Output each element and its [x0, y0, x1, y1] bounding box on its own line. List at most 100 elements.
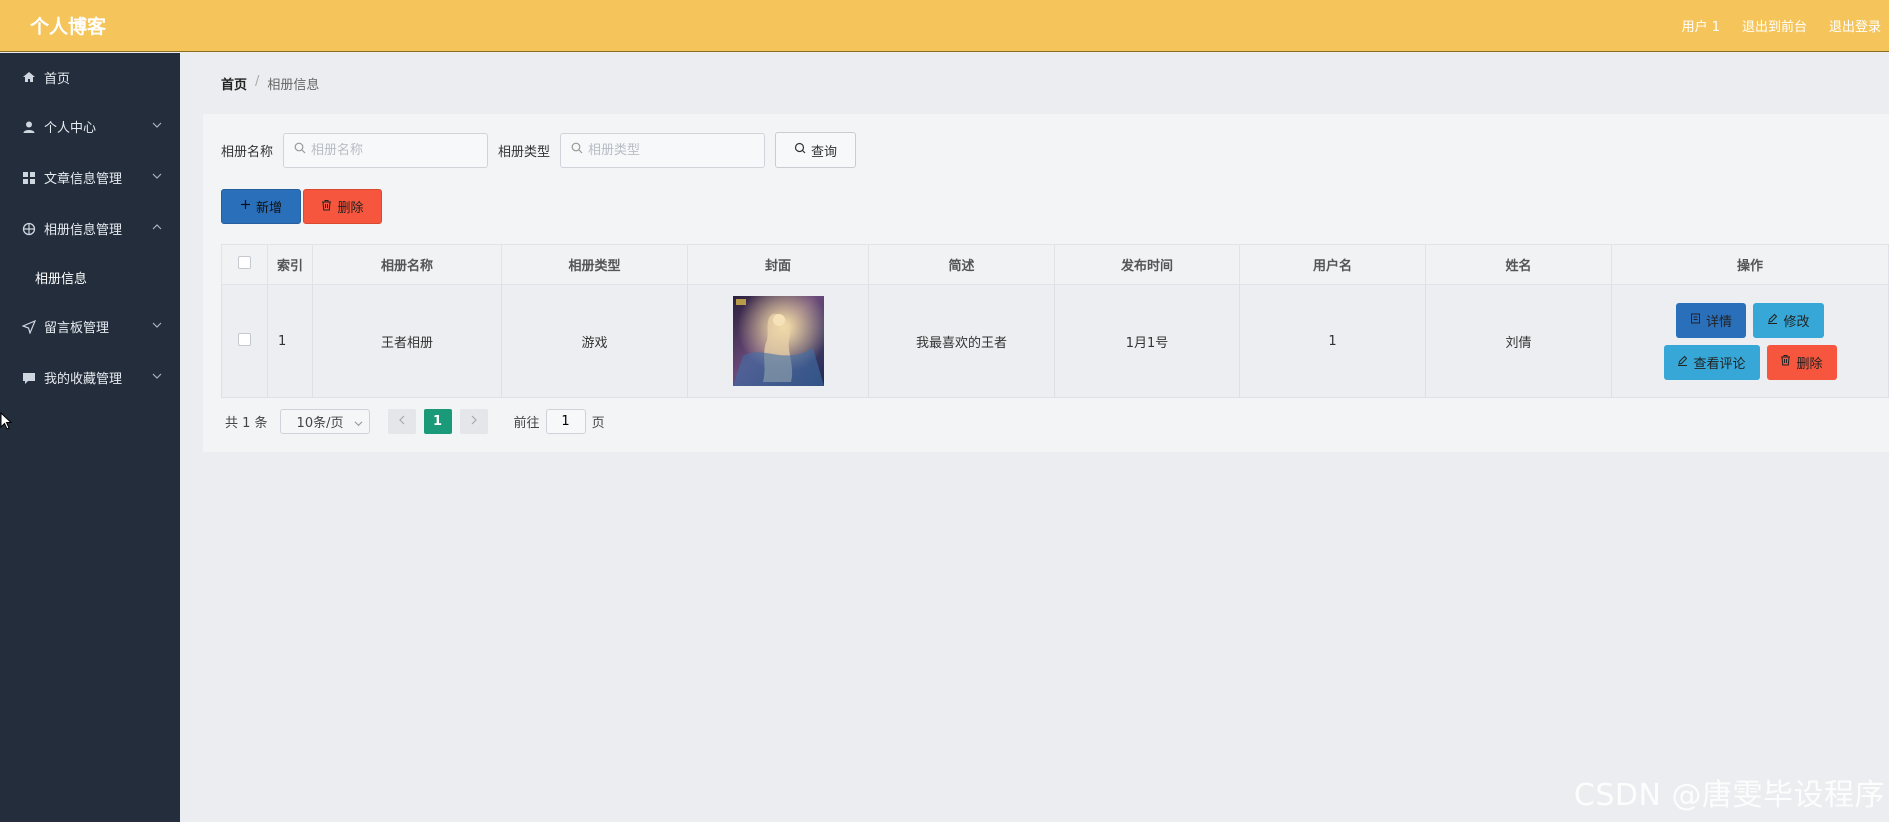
cell-album-name: 王者相册: [312, 284, 502, 398]
sidebar: 首页 个人中心 文章信息管理 相册信息管理 相册信息 留言板管理 我的收藏管理: [0, 53, 180, 822]
trash-icon: [321, 199, 332, 215]
column-header: 操作: [1611, 244, 1889, 285]
sidebar-item-label: 文章信息管理: [44, 172, 123, 187]
search-icon: [294, 142, 306, 158]
query-button[interactable]: 查询: [775, 132, 857, 168]
column-header: 封面: [687, 244, 869, 285]
row-delete-button[interactable]: 删除: [1766, 344, 1837, 380]
select-all-checkbox[interactable]: [238, 256, 251, 269]
breadcrumb: 首页 / 相册信息: [221, 74, 319, 93]
batch-delete-button[interactable]: 删除: [303, 189, 382, 224]
column-header: 用户名: [1239, 244, 1426, 285]
column-header: 姓名: [1425, 244, 1612, 285]
table-row: 1 王者相册 游戏 我最喜欢的王者 1月1号 1 刘倩 详情 修改 查看评论 删…: [221, 284, 1889, 398]
content-panel: 相册名称 相册类型 查询 新增: [203, 114, 1889, 452]
sidebar-item-message-board[interactable]: 留言板管理: [0, 301, 180, 352]
logout-link[interactable]: 退出登录: [1829, 16, 1881, 35]
next-page-button[interactable]: [459, 409, 488, 434]
sidebar-item-label: 首页: [44, 71, 71, 87]
album-type-field[interactable]: [560, 132, 766, 168]
breadcrumb-home[interactable]: 首页: [221, 74, 247, 93]
row-checkbox[interactable]: [238, 332, 251, 346]
crosshair-icon: [22, 222, 36, 236]
plus-icon: [240, 199, 251, 214]
row-select-cell: [221, 284, 268, 398]
cell-summary: 我最喜欢的王者: [868, 284, 1055, 398]
chevron-right-icon: [470, 414, 478, 429]
cell-index: 1: [267, 284, 313, 398]
send-icon: [22, 319, 36, 334]
sidebar-item-albums[interactable]: 相册信息管理: [0, 203, 180, 254]
cell-username: 1: [1239, 284, 1426, 398]
back-to-frontend-link[interactable]: 退出到前台: [1742, 16, 1807, 35]
breadcrumb-current: 相册信息: [267, 78, 320, 93]
query-button-label: 查询: [811, 144, 838, 160]
page-number-current[interactable]: 1: [423, 409, 452, 434]
album-name-input[interactable]: [311, 142, 482, 158]
row-delete-button-label: 删除: [1796, 356, 1823, 372]
sidebar-item-home[interactable]: 首页: [0, 53, 180, 101]
chevron-left-icon: [398, 414, 406, 429]
pencil-icon: [1677, 355, 1688, 370]
add-button[interactable]: 新增: [221, 189, 301, 224]
sidebar-subitem-album-info[interactable]: 相册信息: [0, 254, 180, 301]
sidebar-item-favorites[interactable]: 我的收藏管理: [0, 352, 180, 403]
chevron-down-icon: [152, 170, 162, 185]
edit-button[interactable]: 修改: [1753, 302, 1824, 338]
album-type-label: 相册类型: [498, 144, 551, 160]
pagination: 共 1 条 10条/页 1 前往 页: [225, 409, 605, 434]
edit-button-label: 修改: [1783, 314, 1810, 330]
chevron-down-icon: [152, 119, 162, 134]
goto-page-input[interactable]: [545, 409, 586, 434]
album-type-input[interactable]: [588, 142, 759, 158]
column-header: 索引: [267, 244, 313, 285]
select-all-cell: [221, 244, 268, 285]
document-icon: [1690, 313, 1701, 328]
pencil-icon: [1767, 313, 1778, 328]
album-name-field[interactable]: [283, 132, 489, 168]
view-comments-button-label: 查看评论: [1693, 356, 1746, 372]
column-header: 发布时间: [1054, 244, 1240, 285]
album-name-label: 相册名称: [221, 144, 274, 160]
column-header: 相册名称: [312, 244, 502, 285]
sidebar-item-label: 我的收藏管理: [44, 372, 123, 387]
current-user-link[interactable]: 用户 1: [1682, 16, 1720, 35]
prev-page-button[interactable]: [387, 409, 416, 434]
cell-operations: 详情 修改 查看评论 删除: [1611, 284, 1889, 398]
page-size-value: 10条/页: [296, 416, 344, 431]
chevron-down-icon: [152, 319, 162, 334]
brand-title: 个人博客: [30, 16, 107, 38]
goto-label: 前往: [513, 416, 540, 431]
chevron-down-icon: [152, 370, 162, 385]
search-icon: [571, 142, 583, 158]
pagination-total: 共 1 条: [225, 416, 268, 431]
view-comments-button[interactable]: 查看评论: [1663, 344, 1760, 380]
operation-row: 查看评论 删除: [1663, 344, 1837, 380]
sidebar-subitem-label: 相册信息: [35, 272, 88, 287]
chat-icon: [22, 371, 36, 385]
sidebar-item-label: 相册信息管理: [44, 223, 123, 238]
detail-button[interactable]: 详情: [1676, 302, 1746, 338]
page-size-select[interactable]: 10条/页: [279, 409, 370, 434]
chevron-up-icon: [152, 221, 162, 236]
home-icon: [22, 70, 36, 84]
table-header-row: 索引 相册名称 相册类型 封面 简述 发布时间 用户名 姓名 操作: [221, 244, 1889, 285]
trash-icon: [1780, 354, 1791, 370]
cell-publish-time: 1月1号: [1054, 284, 1240, 398]
detail-button-label: 详情: [1705, 314, 1732, 330]
user-icon: [22, 120, 36, 134]
sidebar-item-personal-center[interactable]: 个人中心: [0, 101, 180, 152]
cell-cover: [687, 284, 869, 398]
cover-image[interactable]: [732, 296, 824, 386]
operation-buttons: 详情 修改 查看评论 删除: [1612, 302, 1888, 380]
column-header: 相册类型: [501, 244, 688, 285]
cell-realname: 刘倩: [1425, 284, 1612, 398]
sidebar-item-label: 个人中心: [44, 121, 97, 136]
add-button-label: 新增: [255, 201, 282, 216]
grid-icon: [22, 171, 36, 185]
sidebar-item-label: 留言板管理: [44, 321, 110, 336]
mouse-cursor-icon: [0, 411, 13, 434]
sidebar-item-articles[interactable]: 文章信息管理: [0, 152, 180, 203]
chevron-down-icon: [354, 417, 363, 432]
search-icon: [794, 142, 806, 158]
